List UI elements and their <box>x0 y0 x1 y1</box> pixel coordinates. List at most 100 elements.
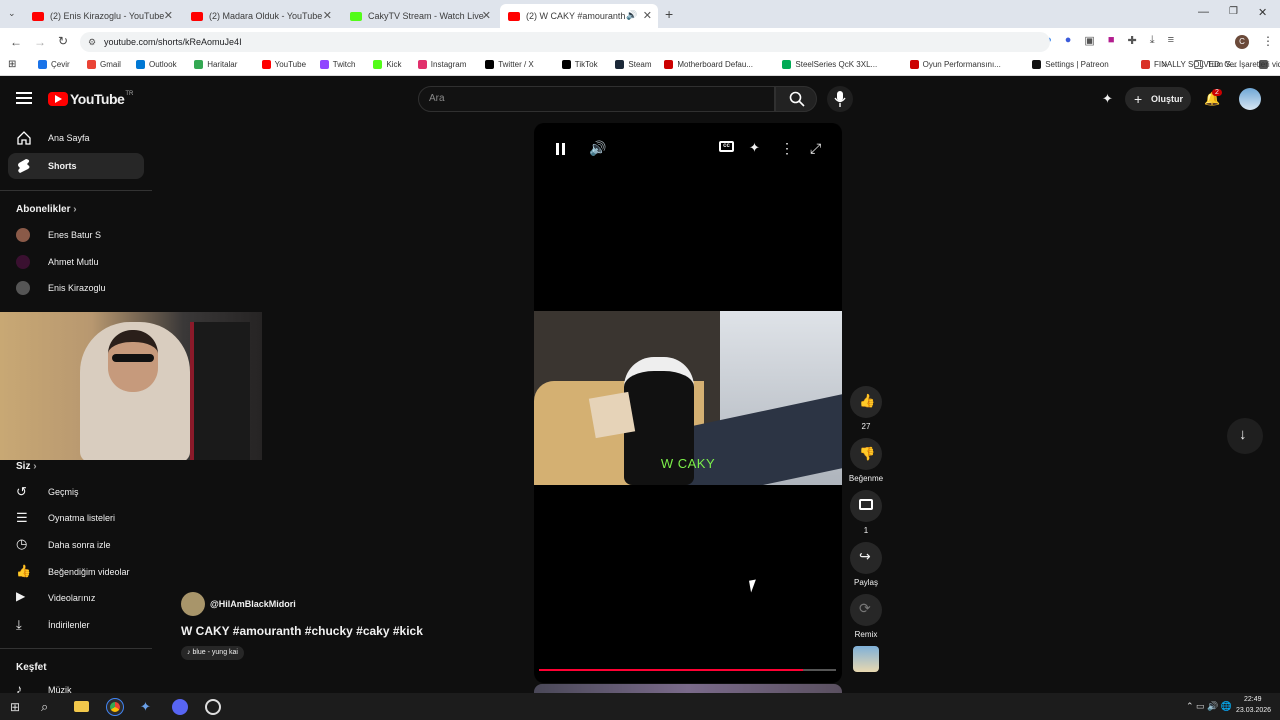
sidebar-item-playlists[interactable]: ☰ Oynatma listeleri <box>0 505 150 531</box>
close-tab-icon[interactable]: ✕ <box>643 9 652 22</box>
create-button[interactable]: + Oluştur <box>1125 87 1191 111</box>
restore-button[interactable]: ❐ <box>1229 6 1238 17</box>
bookmark-item[interactable]: Steam <box>615 60 652 69</box>
search-icon[interactable]: ⌕ <box>41 699 48 715</box>
sidebar-item-watch-later[interactable]: ◷ Daha sonra izle <box>0 532 150 558</box>
bookmark-item[interactable]: Twitch <box>319 60 355 69</box>
sidebar-item-shorts[interactable]: Shorts <box>8 153 144 179</box>
clock-time[interactable]: 22:49 <box>1244 696 1262 703</box>
sidebar-item-downloads[interactable]: ⤓ İndirilenler <box>0 612 150 638</box>
sidebar-item-subscription[interactable]: Ahmet Mutlu <box>0 249 150 275</box>
sidebar-item-your-videos[interactable]: ▶ Videolarınız <box>0 585 150 611</box>
sidebar-item-liked-videos[interactable]: 👍 Beğendiğim videolar <box>0 559 150 585</box>
minimize-button[interactable]: — <box>1198 6 1209 18</box>
extensions-puzzle-icon[interactable]: ✚ <box>1127 34 1136 48</box>
search-input[interactable]: Ara <box>418 86 775 112</box>
site-info-icon[interactable]: ⚙ <box>88 32 96 52</box>
comments-button[interactable] <box>850 490 882 522</box>
bookmark-item[interactable]: Settings | Patreon <box>1032 60 1109 69</box>
bookmark-favicon-icon <box>909 60 919 69</box>
search-button[interactable] <box>775 86 817 112</box>
next-short-button[interactable]: ↓ <box>1227 418 1263 454</box>
captions-button[interactable]: cc <box>719 141 739 161</box>
tray-icons[interactable]: ⌃ ▭ 🔊 🌐 <box>1186 701 1232 712</box>
ai-button[interactable]: ✦ <box>749 140 769 160</box>
bookmark-item[interactable]: SteelSeries QcK 3XL... <box>782 60 877 69</box>
extension-icon[interactable]: ● <box>1065 34 1072 48</box>
menu-icon[interactable] <box>16 92 32 104</box>
extension-icon[interactable]: ■ <box>1108 34 1115 48</box>
avatar <box>16 281 30 295</box>
all-bookmarks[interactable]: Tüm Yer İşaretleri <box>1194 60 1270 69</box>
sidebar-item-home[interactable]: Ana Sayfa <box>0 125 150 151</box>
dislike-button[interactable]: 👎 <box>850 438 882 470</box>
next-short-preview[interactable] <box>534 684 842 693</box>
more-bookmarks-icon[interactable]: » <box>1162 59 1168 70</box>
volume-button[interactable]: 🔊 <box>589 140 609 160</box>
discord-icon[interactable] <box>172 699 188 715</box>
bookmark-label: Çevir <box>51 60 70 69</box>
forward-icon[interactable]: → <box>34 35 46 49</box>
bookmark-item[interactable]: Gmail <box>87 60 121 69</box>
sidebar-item-subscription[interactable]: Enis Kirazoglu <box>0 275 150 301</box>
chrome-icon[interactable] <box>106 698 124 716</box>
close-tab-icon[interactable]: ✕ <box>482 9 491 22</box>
fullscreen-button[interactable]: ⤢ <box>810 140 830 160</box>
browser-tab[interactable]: (2) Madara Olduk - YouTube ✕ <box>183 4 338 28</box>
profile-avatar[interactable]: C <box>1235 35 1249 49</box>
browser-tab-active[interactable]: (2) W CAKY #amouranth #c🔊 ✕ <box>500 4 658 28</box>
apps-icon[interactable]: ⊞ <box>8 59 16 70</box>
audio-playing-icon[interactable]: 🔊 <box>626 10 637 21</box>
close-tab-icon[interactable]: ✕ <box>323 9 332 22</box>
sound-thumbnail[interactable] <box>853 646 879 672</box>
downloads-icon[interactable]: ⤓ <box>1150 34 1155 48</box>
address-bar[interactable]: ⚙ youtube.com/shorts/kReAomuJe4I <box>80 32 1050 52</box>
bookmark-item[interactable]: Instagram <box>417 60 466 69</box>
ai-sparkle-icon[interactable]: ✦ <box>1102 91 1113 107</box>
close-tab-icon[interactable]: ✕ <box>164 9 173 22</box>
you-heading[interactable]: Siz › <box>16 461 37 472</box>
browser-tab[interactable]: (2) Enis Kirazoglu - YouTube ✕ <box>24 4 179 28</box>
webcam-chair <box>190 322 250 460</box>
channel-name[interactable]: @HilAmBlackMidori <box>210 599 296 609</box>
youtube-logo[interactable]: YouTube TR <box>48 91 133 107</box>
bookmark-item[interactable]: Motherboard Defau... <box>664 60 753 69</box>
clock-date[interactable]: 23.03.2026 <box>1236 707 1271 714</box>
extension-icon[interactable]: ▣ <box>1084 34 1094 48</box>
reading-list-icon[interactable]: ≡ <box>1168 34 1174 48</box>
like-button[interactable]: 👍 <box>850 386 882 418</box>
file-explorer-icon[interactable] <box>74 701 89 712</box>
sidebar-item-subscription[interactable]: Enes Batur S <box>0 222 150 248</box>
voice-search-button[interactable] <box>827 86 853 112</box>
bookmark-label: Outlook <box>149 60 177 69</box>
new-tab-button[interactable]: + <box>665 6 673 22</box>
music-chip[interactable]: ♪ blue - yung kai <box>181 646 244 660</box>
tab-search-icon[interactable]: ⌄ <box>8 8 16 19</box>
sidebar-item-history[interactable]: ↺ Geçmiş <box>0 479 150 505</box>
bookmark-item[interactable]: Haritalar <box>194 60 237 69</box>
reload-icon[interactable]: ↻ <box>58 34 68 48</box>
bookmark-item[interactable]: Twitter / X <box>485 60 534 69</box>
account-avatar[interactable] <box>1239 88 1261 110</box>
more-options-button[interactable]: ⋮ <box>780 140 800 160</box>
progress-track[interactable] <box>539 669 836 671</box>
remix-button[interactable]: ⟳ <box>850 594 882 626</box>
share-button[interactable]: ↪ <box>850 542 882 574</box>
back-icon[interactable]: ← <box>10 35 22 49</box>
browser-tab[interactable]: CakyTV Stream - Watch Live on ✕ <box>342 4 497 28</box>
close-window-button[interactable]: ✕ <box>1258 6 1267 19</box>
bookmark-item[interactable]: Oyun Performansını... <box>909 60 1001 69</box>
bookmark-item[interactable]: TikTok <box>561 60 598 69</box>
chrome-menu-icon[interactable]: ⋮ <box>1262 34 1274 48</box>
sidebar-item-label: Beğendiğim videolar <box>48 567 130 577</box>
bookmark-item[interactable]: Outlook <box>136 60 177 69</box>
app-icon[interactable]: ✦ <box>140 699 151 715</box>
bookmark-item[interactable]: Çevir <box>38 60 70 69</box>
windows-start-icon[interactable]: ⊞ <box>10 700 20 714</box>
bookmark-item[interactable]: YouTube <box>261 60 306 69</box>
bookmark-item[interactable]: Kick <box>373 60 402 69</box>
pause-button[interactable] <box>552 140 572 160</box>
channel-avatar[interactable] <box>181 592 205 616</box>
app-icon[interactable] <box>205 699 221 715</box>
subscriptions-heading[interactable]: Abonelikler › <box>16 204 77 215</box>
